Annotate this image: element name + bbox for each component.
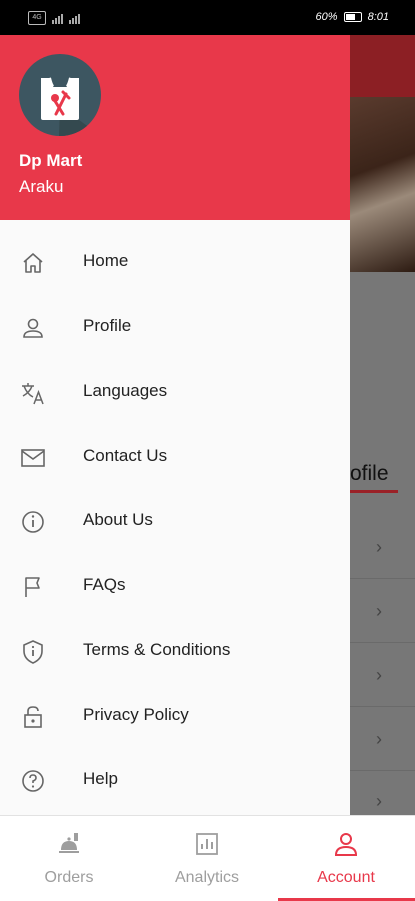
menu-item-label: Contact Us bbox=[83, 446, 168, 465]
signal-icon bbox=[52, 12, 63, 24]
menu-item-privacy-policy[interactable]: Privacy Policy bbox=[0, 684, 350, 748]
chevron-right-icon: › bbox=[376, 537, 382, 557]
shopping-bag-icon bbox=[41, 77, 101, 136]
menu-item-label: FAQs bbox=[83, 575, 126, 594]
home-icon bbox=[23, 253, 43, 273]
chevron-right-icon: › bbox=[376, 729, 382, 749]
menu-item-languages[interactable]: Languages bbox=[0, 360, 350, 424]
drawer-header: Dp Mart Araku bbox=[0, 35, 350, 220]
menu-item-terms-conditions[interactable]: Terms & Conditions bbox=[0, 619, 350, 683]
mail-icon bbox=[21, 449, 45, 467]
menu-item-label: Privacy Policy bbox=[83, 705, 189, 724]
background-content bbox=[350, 272, 415, 815]
shield-icon bbox=[23, 640, 43, 664]
menu-item-help[interactable]: Help bbox=[0, 748, 350, 812]
background-profile-tab: ofile bbox=[350, 462, 389, 485]
bottom-navigation: Orders Analytics Account bbox=[0, 815, 415, 901]
translate-icon bbox=[22, 383, 44, 405]
orders-icon bbox=[59, 833, 79, 853]
volte-icon: 4G bbox=[28, 11, 46, 25]
menu-item-label: Home bbox=[83, 251, 129, 270]
menu-item-label: Languages bbox=[83, 381, 168, 400]
chevron-right-icon: › bbox=[376, 791, 382, 811]
battery-icon bbox=[343, 12, 362, 22]
divider bbox=[350, 770, 415, 771]
menu-item-label: Terms & Conditions bbox=[83, 640, 231, 659]
navigation-drawer: Dp Mart Araku Home Profile Languages Con… bbox=[0, 35, 350, 815]
tab-label: Analytics bbox=[174, 869, 240, 886]
shop-location: Araku bbox=[19, 177, 64, 196]
menu-item-label: Help bbox=[83, 769, 118, 788]
divider bbox=[350, 706, 415, 707]
status-bar: 4G 60% 8:01 bbox=[0, 0, 415, 35]
menu-item-faqs[interactable]: FAQs bbox=[0, 554, 350, 618]
divider bbox=[350, 642, 415, 643]
background-tab-indicator bbox=[350, 490, 398, 493]
shop-logo bbox=[19, 54, 101, 136]
info-icon bbox=[22, 511, 44, 533]
help-icon bbox=[22, 770, 44, 792]
menu-item-label: About Us bbox=[83, 510, 153, 529]
battery-percent: 60% bbox=[315, 11, 338, 23]
divider bbox=[350, 578, 415, 579]
lock-icon bbox=[24, 706, 42, 728]
chevron-right-icon: › bbox=[376, 601, 382, 621]
shop-name: Dp Mart bbox=[19, 151, 83, 170]
tab-orders[interactable]: Orders bbox=[0, 816, 138, 901]
person-icon bbox=[23, 318, 43, 338]
tab-label: Account bbox=[317, 869, 375, 886]
flag-icon bbox=[25, 577, 40, 597]
account-icon bbox=[334, 833, 358, 856]
clock: 8:01 bbox=[367, 11, 389, 23]
tab-label: Orders bbox=[44, 869, 94, 886]
menu-item-profile[interactable]: Profile bbox=[0, 295, 350, 359]
menu-item-home[interactable]: Home bbox=[0, 230, 350, 294]
chevron-right-icon: › bbox=[376, 665, 382, 685]
background-banner-image bbox=[350, 97, 415, 272]
menu-item-about-us[interactable]: About Us bbox=[0, 489, 350, 553]
background-header bbox=[350, 35, 415, 97]
tab-analytics[interactable]: Analytics bbox=[138, 816, 276, 901]
menu-item-contact-us[interactable]: Contact Us bbox=[0, 425, 350, 489]
tab-account[interactable]: Account bbox=[277, 816, 415, 901]
menu-item-label: Profile bbox=[83, 316, 132, 335]
signal-2-icon bbox=[69, 12, 80, 24]
analytics-icon bbox=[196, 833, 218, 855]
